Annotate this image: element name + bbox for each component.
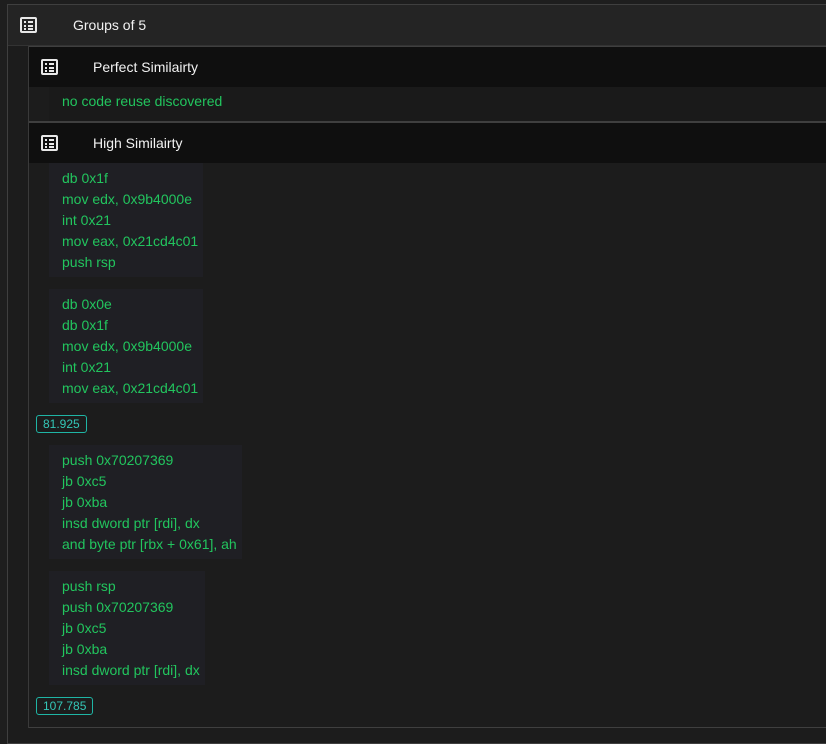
code-line: mov eax, 0x21cd4c01 (62, 380, 199, 396)
high-similarity-section: High Similairty db 0x1f mov edx, 0x9b400… (29, 122, 826, 728)
code-line: mov eax, 0x21cd4c01 (62, 233, 199, 249)
code-line: insd dword ptr [rdi], dx (62, 662, 200, 678)
high-similarity-title: High Similairty (93, 135, 183, 151)
code-line: int 0x21 (62, 212, 112, 228)
high-similarity-body: db 0x1f mov edx, 0x9b4000e int 0x21 mov … (29, 163, 826, 727)
code-line: insd dword ptr [rdi], dx (62, 515, 200, 531)
code-block-b[interactable]: db 0x0e db 0x1f mov edx, 0x9b4000e int 0… (49, 289, 204, 403)
code-block-a[interactable]: db 0x1f mov edx, 0x9b4000e int 0x21 mov … (49, 163, 204, 277)
perfect-similarity-title: Perfect Similairty (93, 59, 199, 75)
code-line: db 0x0e (62, 296, 112, 312)
code-line: push 0x70207369 (62, 599, 174, 615)
high-similarity-header[interactable]: High Similairty (29, 123, 826, 163)
code-line: jb 0xba (62, 641, 108, 657)
code-line: jb 0xc5 (62, 473, 107, 489)
code-line: db 0x1f (62, 170, 108, 186)
code-line: mov edx, 0x9b4000e (62, 338, 192, 354)
group-title: Groups of 5 (73, 17, 147, 33)
code-block-a[interactable]: push 0x70207369 jb 0xc5 jb 0xba insd dwo… (49, 445, 242, 559)
similarity-pair: push 0x70207369 jb 0xc5 jb 0xba insd dwo… (36, 445, 826, 727)
perfect-similarity-section: Perfect Similairty no code reuse discove… (29, 46, 826, 122)
code-line: push rsp (62, 578, 116, 594)
code-line: int 0x21 (62, 359, 112, 375)
code-line: and byte ptr [rbx + 0x61], ah (62, 536, 237, 552)
score-row: 107.785 (36, 685, 823, 727)
list-icon (20, 17, 37, 33)
similarity-score-badge: 107.785 (36, 697, 94, 715)
similarity-pair: db 0x1f mov edx, 0x9b4000e int 0x21 mov … (36, 163, 826, 445)
code-line: jb 0xc5 (62, 620, 107, 636)
code-line: jb 0xba (62, 494, 108, 510)
code-line: push rsp (62, 254, 116, 270)
score-row: 81.925 (36, 403, 823, 445)
perfect-similarity-body: no code reuse discovered (29, 87, 826, 121)
code-block-b[interactable]: push rsp push 0x70207369 jb 0xc5 jb 0xba… (49, 571, 205, 685)
group-content: Perfect Similairty no code reuse discove… (28, 46, 826, 728)
groups-panel: Groups of 5 Perfect Similairty no code r… (7, 4, 826, 744)
perfect-similarity-header[interactable]: Perfect Similairty (29, 47, 826, 87)
list-icon (41, 59, 58, 75)
empty-message: no code reuse discovered (49, 87, 826, 121)
code-line: db 0x1f (62, 317, 108, 333)
list-icon (41, 135, 58, 151)
similarity-score-badge: 81.925 (36, 415, 87, 433)
group-header[interactable]: Groups of 5 (8, 5, 826, 46)
code-line: push 0x70207369 (62, 452, 174, 468)
code-line: mov edx, 0x9b4000e (62, 191, 192, 207)
